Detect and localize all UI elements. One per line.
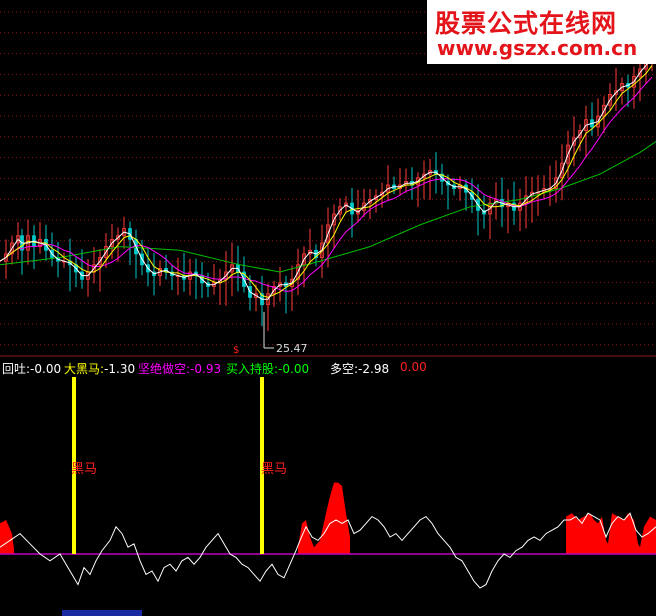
indicator-jianjue: 坚绝做空:-0.93	[138, 360, 221, 377]
indicator-name: 坚绝做空:	[138, 362, 191, 376]
indicator-daheima: 大黑马:-1.30	[64, 360, 135, 377]
histogram-segment	[566, 513, 656, 554]
watermark-title: 股票公式在线网	[435, 9, 618, 38]
indicator-name: 买入持股:	[226, 362, 279, 376]
histogram	[0, 482, 656, 554]
heima-bars	[72, 377, 264, 554]
scroll-indicator[interactable]	[62, 610, 142, 616]
indicator-value: -1.30	[104, 362, 136, 376]
heima-label-1: 黑马	[71, 462, 98, 477]
indicator-value: -0.93	[190, 362, 222, 376]
signal-marker: $	[233, 345, 240, 356]
heima-label-2: 黑马	[261, 462, 288, 477]
indicator-value: -0.00	[278, 362, 310, 376]
indicator-name: 多空:	[330, 362, 359, 376]
indicator-name: 回吐:	[2, 362, 31, 376]
low-price-label: 25.47	[276, 342, 308, 355]
indicator-value: -0.00	[30, 362, 62, 376]
indicator-zero: 0.00	[400, 360, 427, 374]
indicator-value: -2.98	[358, 362, 390, 376]
indicator-mairu: 买入持股:-0.00	[226, 360, 309, 377]
chart-canvas	[0, 11, 656, 616]
indicator-value: 0.00	[400, 360, 427, 374]
histogram-segment	[314, 482, 350, 554]
indicator-name: 大黑马:	[64, 362, 105, 376]
watermark-url: www.gszx.com.cn	[437, 36, 638, 60]
indicator-huitu: 回吐:-0.00	[2, 360, 61, 377]
watermark: 股票公式在线网 www.gszx.com.cn	[427, 0, 656, 64]
indicator-duokong: 多空:-2.98	[330, 360, 389, 377]
histogram-segment	[0, 520, 14, 554]
